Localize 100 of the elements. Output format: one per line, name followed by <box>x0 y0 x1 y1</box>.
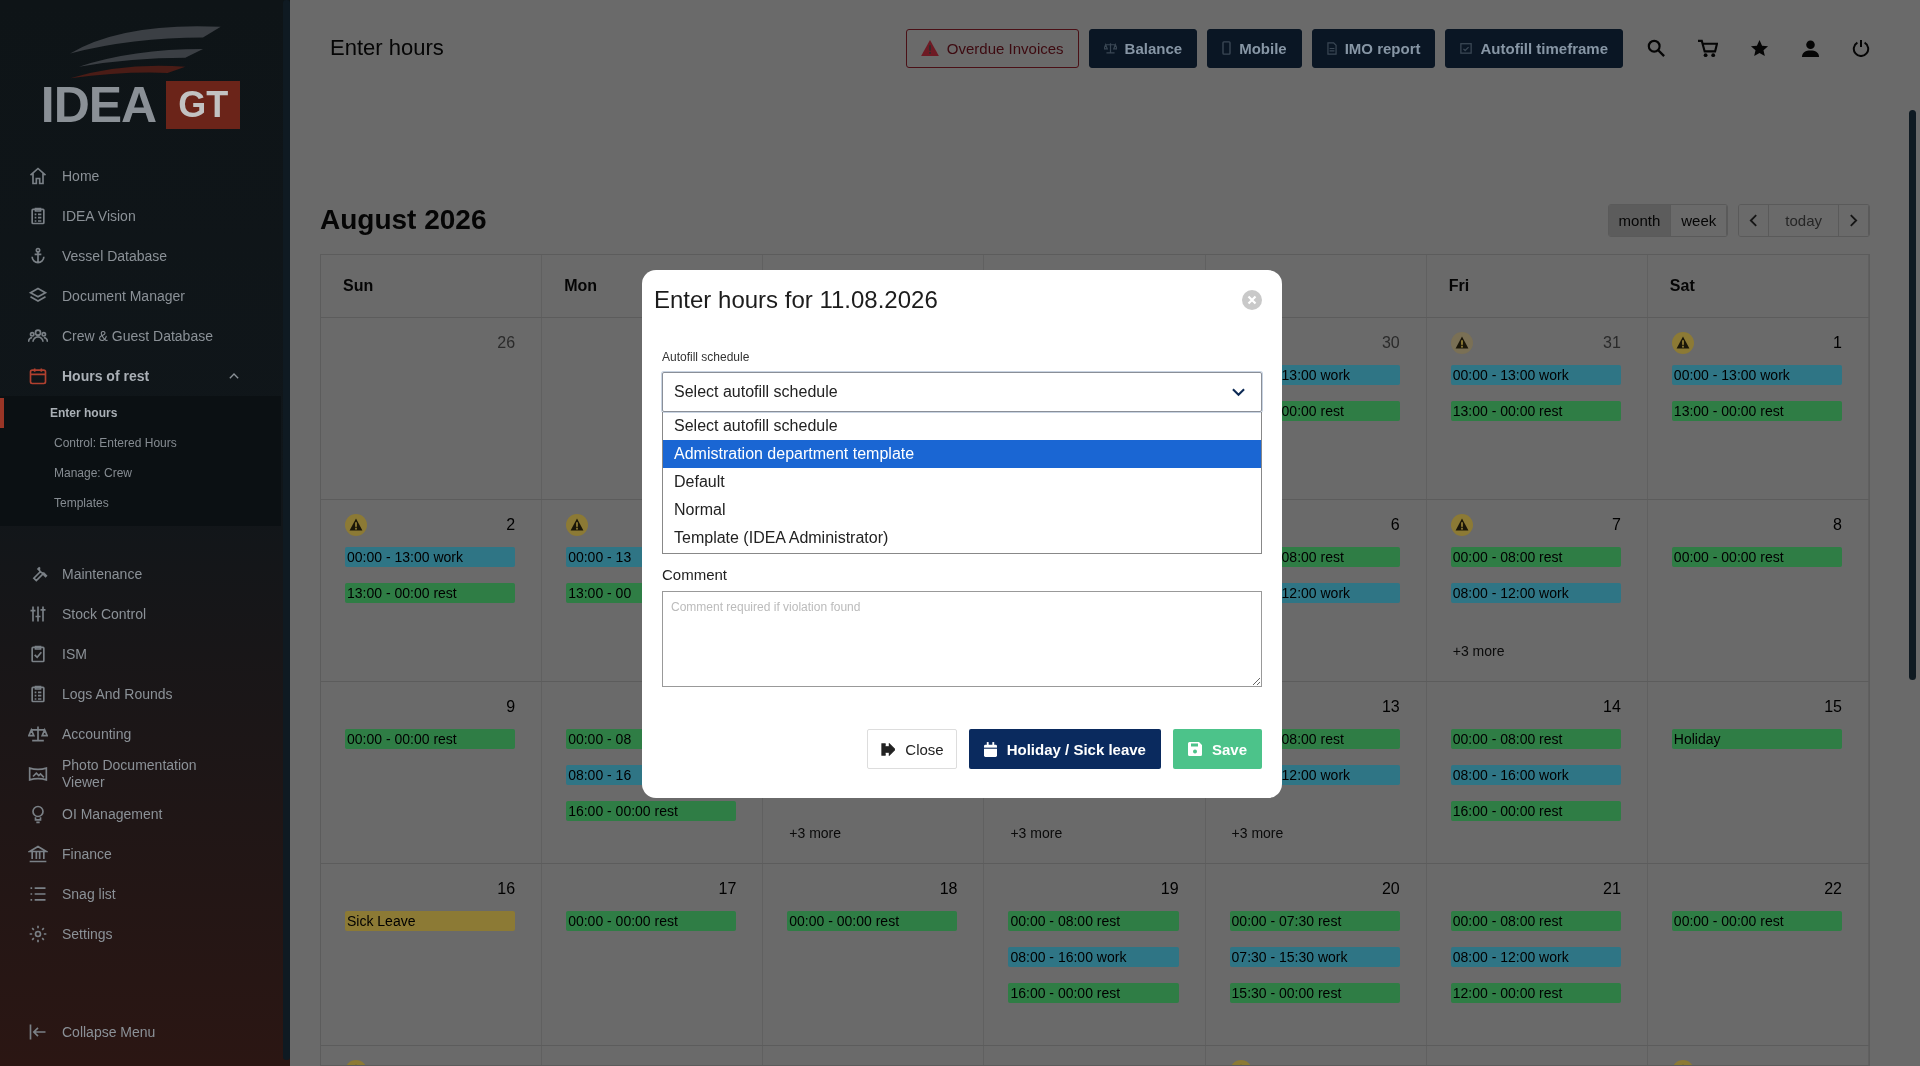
rest-event[interactable]: 00:00 - 08:00 rest <box>1450 911 1621 931</box>
work-event[interactable]: 00:00 - 13:00 work <box>1671 365 1842 385</box>
rest-event[interactable]: 00:00 - 08:00 rest <box>1450 547 1621 567</box>
sliders-icon <box>28 604 48 624</box>
dropdown-option[interactable]: Normal <box>663 496 1261 524</box>
rest-event[interactable]: 00:00 - 07:30 rest <box>1229 911 1400 931</box>
sidebar-item[interactable]: ISM <box>0 634 281 674</box>
submenu-item[interactable]: Control: Entered Hours <box>0 428 281 458</box>
rest-event[interactable]: 16:00 - 00:00 rest <box>1008 983 1179 1003</box>
close-button[interactable]: Close <box>867 729 957 769</box>
power-icon[interactable] <box>1852 39 1870 57</box>
day-number[interactable]: 7 <box>1611 516 1621 534</box>
work-event[interactable]: 08:00 - 16:00 work <box>1008 947 1179 967</box>
previous-button[interactable] <box>1739 204 1770 236</box>
sidebar-item[interactable]: Stock Control <box>0 594 281 634</box>
sidebar-item[interactable]: Settings <box>0 914 281 954</box>
rest-event[interactable]: 15:30 - 00:00 rest <box>1229 983 1400 1003</box>
day-number[interactable]: 1 <box>1833 334 1842 352</box>
day-number[interactable]: 20 <box>1381 880 1400 898</box>
search-icon[interactable] <box>1647 39 1665 57</box>
sidebar-item[interactable]: Maintenance <box>0 554 281 594</box>
sidebar-item[interactable]: Logs And Rounds <box>0 674 281 714</box>
rest-event[interactable]: 00:00 - 00:00 rest <box>345 729 516 749</box>
more-link[interactable]: +3 more <box>1008 825 1179 841</box>
sidebar-item[interactable]: Crew & Guest Database <box>0 316 281 356</box>
sick-event[interactable]: Sick Leave <box>345 911 516 931</box>
rest-event[interactable]: 00:00 - 00:00 rest <box>1671 911 1842 931</box>
day-number[interactable]: 15 <box>1824 698 1842 716</box>
toolbar-button[interactable]: Balance <box>1088 28 1198 68</box>
day-number[interactable]: 26 <box>497 334 516 352</box>
more-link[interactable]: +3 more <box>787 825 958 841</box>
sidebar-item[interactable]: IDEA Vision <box>0 196 281 236</box>
sidebar-item[interactable]: OI Management <box>0 794 281 834</box>
toolbar-button[interactable]: Autofill timeframe <box>1445 28 1623 68</box>
day-number[interactable]: 22 <box>1824 880 1842 898</box>
submenu-item[interactable]: Manage: Crew <box>0 458 281 488</box>
day-number[interactable]: 14 <box>1603 698 1621 716</box>
work-event[interactable]: 00:00 - 13:00 work <box>345 547 516 567</box>
sidebar-item[interactable]: Vessel Database <box>0 236 281 276</box>
day-number[interactable]: 18 <box>939 880 958 898</box>
toolbar-button[interactable]: Mobile <box>1207 28 1302 68</box>
sidebar-item[interactable]: Home <box>0 156 281 196</box>
calendar-icon <box>28 366 48 386</box>
toolbar-button[interactable]: Overdue Invoices <box>905 28 1079 68</box>
holiday-button[interactable]: Holiday / Sick leave <box>968 729 1161 769</box>
sidebar-item[interactable]: Accounting <box>0 714 281 754</box>
toolbar-button[interactable]: IMO report <box>1311 28 1436 68</box>
work-event[interactable]: 07:30 - 15:30 work <box>1229 947 1400 967</box>
day-number[interactable]: 16 <box>497 880 516 898</box>
holiday-event[interactable]: Holiday <box>1671 729 1842 749</box>
image-icon <box>28 764 48 784</box>
cart-icon[interactable] <box>1697 38 1718 58</box>
day-number[interactable]: 6 <box>1390 516 1400 534</box>
day-number[interactable]: 8 <box>1833 516 1842 534</box>
scrollbar[interactable] <box>1909 110 1916 680</box>
sidebar-item[interactable]: Snag list <box>0 874 281 914</box>
work-event[interactable]: 08:00 - 16:00 work <box>1450 765 1621 785</box>
weekday-header: Mon <box>564 277 597 295</box>
more-link[interactable]: +3 more <box>1229 825 1400 841</box>
comment-field[interactable]: Comment required if violation found <box>662 591 1262 687</box>
rest-event[interactable]: 12:00 - 00:00 rest <box>1450 983 1621 1003</box>
save-button[interactable]: Save <box>1172 729 1262 769</box>
dropdown-option[interactable]: Admistration department template <box>663 440 1261 468</box>
rest-event[interactable]: 00:00 - 08:00 rest <box>1008 911 1179 931</box>
sidebar-item[interactable]: Photo Documentation Viewer <box>0 754 281 794</box>
page-title: Enter hours <box>330 35 444 61</box>
rest-event[interactable]: 13:00 - 00:00 rest <box>1450 401 1621 421</box>
rest-event[interactable]: 00:00 - 00:00 rest <box>566 911 737 931</box>
day-number[interactable]: 2 <box>506 516 516 534</box>
rest-event[interactable]: 13:00 - 00:00 rest <box>1671 401 1842 421</box>
work-event[interactable]: 00:00 - 13:00 work <box>1450 365 1621 385</box>
day-number[interactable]: 31 <box>1603 334 1621 352</box>
star-icon[interactable] <box>1750 38 1769 58</box>
work-event[interactable]: 08:00 - 12:00 work <box>1450 583 1621 603</box>
more-link[interactable]: +3 more <box>1450 643 1621 659</box>
rest-event[interactable]: 16:00 - 00:00 rest <box>1450 801 1621 821</box>
scrollbar[interactable] <box>283 0 290 1060</box>
sidebar-item[interactable]: Hours of rest <box>0 356 281 396</box>
sidebar-item[interactable]: Finance <box>0 834 281 874</box>
day-number[interactable]: 21 <box>1603 880 1621 898</box>
day-number[interactable]: 19 <box>1160 880 1179 898</box>
rest-event[interactable]: 16:00 - 00:00 rest <box>566 801 737 821</box>
weekday-header: Sat <box>1669 277 1695 295</box>
rest-event[interactable]: 00:00 - 00:00 rest <box>787 911 958 931</box>
calendar-icon <box>983 741 997 757</box>
day-number[interactable]: 17 <box>718 880 737 898</box>
day-number[interactable]: 30 <box>1381 334 1400 352</box>
submenu-item[interactable]: Templates <box>0 488 281 518</box>
view-tab[interactable]: month <box>1608 204 1672 236</box>
sidebar-item[interactable]: Document Manager <box>0 276 281 316</box>
rest-event[interactable]: 13:00 - 00:00 rest <box>345 583 516 603</box>
work-event[interactable]: 08:00 - 12:00 work <box>1450 947 1621 967</box>
collapse-menu-button[interactable]: Collapse Menu <box>0 1012 281 1052</box>
day-number[interactable]: 13 <box>1381 698 1400 716</box>
dropdown-option[interactable]: Default <box>663 468 1261 496</box>
rest-event[interactable]: 00:00 - 00:00 rest <box>1671 547 1842 567</box>
day-number[interactable]: 9 <box>506 698 516 716</box>
user-icon[interactable] <box>1801 38 1820 58</box>
rest-event[interactable]: 00:00 - 08:00 rest <box>1450 729 1621 749</box>
schedule-select[interactable]: Select autofill schedule <box>662 372 1262 412</box>
